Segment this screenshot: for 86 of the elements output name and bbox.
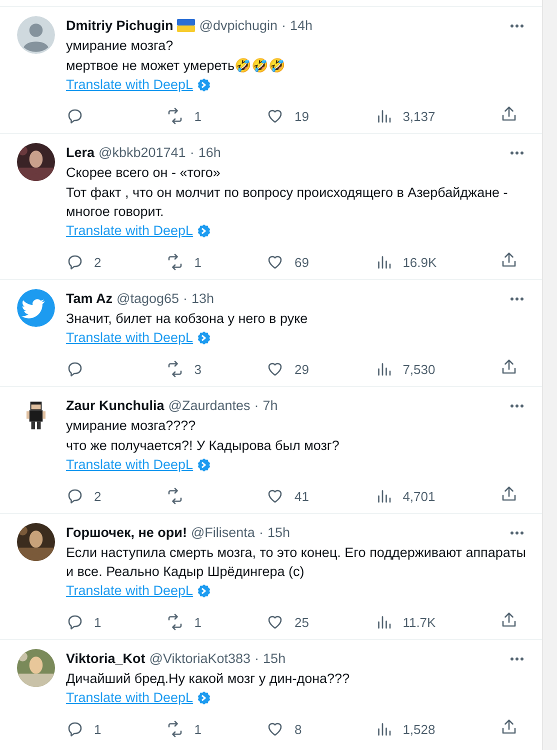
user-name[interactable]: Zaur Kunchulia xyxy=(66,396,164,415)
repost-count: 3 xyxy=(194,362,202,376)
reply-count: 1 xyxy=(94,614,102,630)
reply-text: умирание мозга???? xyxy=(66,417,197,435)
view-count: 1,528 xyxy=(402,722,436,736)
heart-icon[interactable] xyxy=(266,360,284,378)
reply-count: 2 xyxy=(94,488,102,504)
verified-badge-icon xyxy=(197,224,212,238)
bird-avatar-icon[interactable] xyxy=(17,289,55,327)
repost-icon[interactable] xyxy=(166,720,184,738)
user-name[interactable]: Dmitriy Pichugin xyxy=(66,16,174,35)
post-time[interactable]: 15h xyxy=(263,649,286,668)
like-count: 19 xyxy=(294,108,309,124)
heart-icon[interactable] xyxy=(266,107,284,125)
view-count: 3,137 xyxy=(402,108,436,124)
like-count: 8 xyxy=(294,722,302,736)
reply-count: 1 xyxy=(94,722,102,736)
separator-dot: · xyxy=(282,17,286,35)
user-handle[interactable]: @Zaurdantes xyxy=(168,396,250,415)
user-name[interactable]: Tam Az xyxy=(66,289,113,308)
separator-dot: · xyxy=(254,397,259,415)
user-handle[interactable]: @dvpichugin xyxy=(199,16,278,35)
repost-icon[interactable] xyxy=(166,107,184,125)
default-avatar-icon[interactable] xyxy=(17,16,55,54)
repost-count: 1 xyxy=(194,108,202,124)
reply-icon[interactable] xyxy=(66,487,84,505)
view-count: 11.7K xyxy=(402,614,436,630)
verified-badge-icon xyxy=(197,584,212,598)
repost-icon[interactable] xyxy=(166,253,184,271)
view-count: 7,530 xyxy=(402,362,436,376)
like-count: 41 xyxy=(294,488,309,504)
share-icon[interactable] xyxy=(500,484,518,502)
separator-dot: · xyxy=(254,650,260,668)
reply-text: Скорее всего он - «того» xyxy=(66,164,222,182)
reply-text: Если наступила смерть мозга, то это конец. Его поддерживают аппараты и все. Реально Кадыр Шрёдингера (с) xyxy=(66,544,526,581)
like-count: 29 xyxy=(294,362,309,376)
reply-text: мертвое не может умереть🤣🤣🤣 xyxy=(66,57,287,75)
share-icon[interactable] xyxy=(500,718,518,736)
repost-icon[interactable] xyxy=(166,487,184,505)
post-time[interactable]: 16h xyxy=(198,143,221,162)
user-handle[interactable]: @kbkb201741 xyxy=(98,143,186,162)
repost-count: 1 xyxy=(194,722,202,736)
separator-dot: · xyxy=(258,524,264,542)
post-time[interactable]: 7h xyxy=(262,396,278,415)
share-icon[interactable] xyxy=(500,358,518,376)
reply-count: 2 xyxy=(94,254,102,270)
view-count: 4,701 xyxy=(402,488,436,504)
heart-icon[interactable] xyxy=(266,720,284,738)
verified-badge-icon xyxy=(197,330,212,344)
view-count: 16.9K xyxy=(402,254,437,270)
post-time[interactable]: 13h xyxy=(192,289,214,308)
heart-icon[interactable] xyxy=(266,613,284,631)
reply-text: что же получается?! У Кадырова был мозг? xyxy=(66,437,340,455)
repost-icon[interactable] xyxy=(166,613,184,631)
user-name[interactable]: Viktoria_Kot xyxy=(66,649,146,668)
heart-icon[interactable] xyxy=(266,487,284,505)
user-name[interactable]: Lera xyxy=(66,143,95,162)
reply-text: Значит, билет на кобзона у него в руке xyxy=(66,310,309,328)
reply-icon[interactable] xyxy=(66,253,84,271)
reply-icon[interactable] xyxy=(66,720,84,738)
verified-badge-icon xyxy=(197,458,212,472)
separator-dot: · xyxy=(183,290,188,308)
verified-badge-icon xyxy=(197,78,212,92)
user-handle[interactable]: @Filisenta xyxy=(190,523,255,542)
repost-count: 1 xyxy=(194,254,202,270)
reply-text: умирание мозга? xyxy=(66,37,174,55)
repost-count: 1 xyxy=(194,614,202,630)
user-handle[interactable]: @ViktoriaKot383 xyxy=(149,649,251,668)
heart-icon[interactable] xyxy=(266,253,284,271)
like-count: 25 xyxy=(294,614,309,630)
share-icon[interactable] xyxy=(500,104,518,122)
like-count: 69 xyxy=(294,254,309,270)
post-time[interactable]: 14h xyxy=(290,16,313,35)
post-time[interactable]: 15h xyxy=(267,523,290,542)
reply-icon[interactable] xyxy=(66,613,84,631)
reply-icon[interactable] xyxy=(66,360,84,378)
user-handle[interactable]: @tagog65 xyxy=(116,289,180,308)
repost-icon[interactable] xyxy=(166,360,184,378)
user-name[interactable]: Горшочек, не ори! xyxy=(66,523,187,542)
reply-text: Дичайший бред.Ну какой мозг у дин-дона??? xyxy=(66,670,351,688)
reply-icon[interactable] xyxy=(66,107,84,125)
verified-badge-icon xyxy=(197,690,212,704)
separator-dot: · xyxy=(190,144,194,162)
reply-text: Тот факт , что он молчит по вопросу происходящего в Азербайджане - многое говорит. xyxy=(66,184,509,221)
share-icon[interactable] xyxy=(500,250,518,268)
share-icon[interactable] xyxy=(500,610,518,628)
